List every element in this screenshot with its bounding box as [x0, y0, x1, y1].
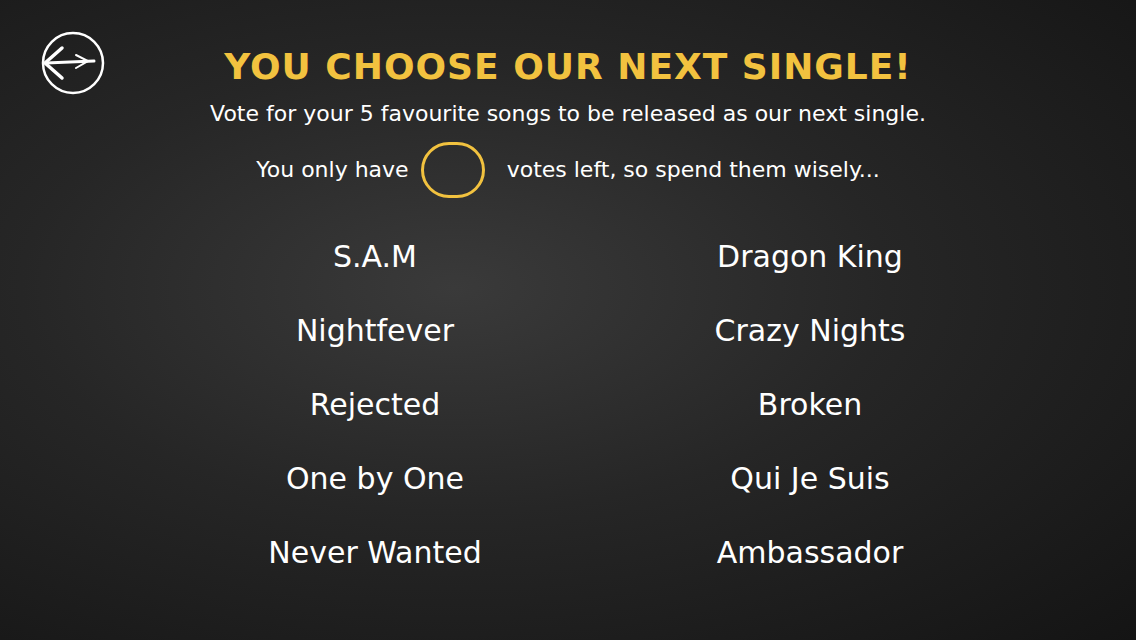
song-cell: Never Wanted — [158, 516, 593, 590]
song-cell: Qui Je Suis — [593, 442, 1028, 516]
back-arrow-icon — [36, 28, 106, 98]
song-cell: Nightfever — [158, 294, 593, 368]
back-button[interactable] — [36, 28, 106, 98]
votes-label: votes left, so spend them wisely... — [507, 150, 880, 190]
votes-label: You only have — [256, 150, 408, 190]
song-option[interactable]: Dragon King — [709, 237, 911, 277]
song-option[interactable]: Ambassador — [709, 533, 912, 573]
title: YOU CHOOSE OUR NEXT SINGLE! — [224, 44, 912, 90]
song-cell: Rejected — [158, 368, 593, 442]
song-option[interactable]: S.A.M — [325, 237, 425, 277]
song-option[interactable]: Broken — [750, 385, 870, 425]
song-option[interactable]: Crazy Nights — [707, 311, 914, 351]
song-option[interactable]: Rejected — [302, 385, 449, 425]
song-option[interactable]: Qui Je Suis — [722, 459, 897, 499]
song-cell: Broken — [593, 368, 1028, 442]
song-option[interactable]: Nightfever — [288, 311, 462, 351]
song-cell: One by One — [158, 442, 593, 516]
song-cell: Dragon King — [593, 220, 1028, 294]
votes-circle — [421, 142, 485, 198]
song-option[interactable]: Never Wanted — [260, 533, 489, 573]
song-cell: Ambassador — [593, 516, 1028, 590]
song-grid: S.A.M Dragon King Nightfever Crazy Nights Re… — [158, 220, 1028, 590]
vote-screen: YOU CHOOSE OUR NEXT SINGLE! Vote for you… — [0, 0, 1136, 640]
subtitle: Vote for your 5 favourite songs to be re… — [210, 94, 926, 134]
votes-line: You only have votes left, so spend them … — [256, 142, 880, 198]
song-cell: S.A.M — [158, 220, 593, 294]
song-cell: Crazy Nights — [593, 294, 1028, 368]
song-option[interactable]: One by One — [278, 459, 472, 499]
